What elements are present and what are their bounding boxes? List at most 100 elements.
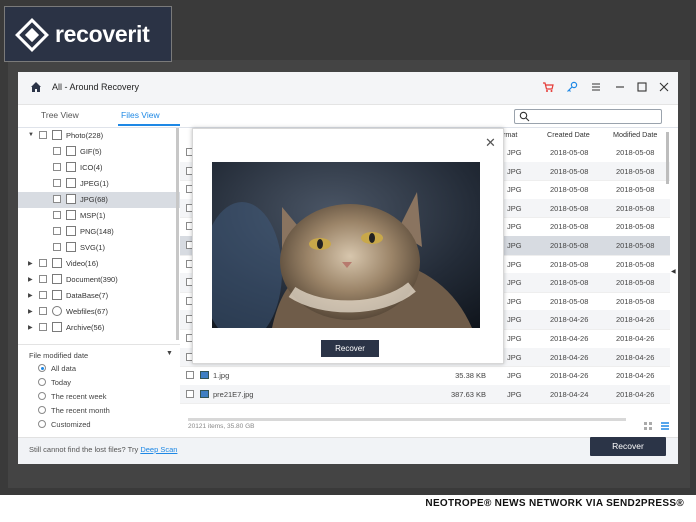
tree-item-msp[interactable]: MSP(1)	[18, 208, 180, 224]
tree-item-label: JPG(68)	[80, 195, 108, 204]
file-type-icon	[66, 146, 76, 156]
tree-item-webfiles[interactable]: ▶ Webfiles(67)	[18, 304, 180, 320]
modified-date: 2018-05-08	[616, 241, 655, 250]
checkbox[interactable]	[39, 275, 47, 283]
file-size: 387.63 KB	[450, 389, 486, 399]
collapse-arrow-icon[interactable]: ▶	[28, 308, 33, 315]
tree-item-document[interactable]: ▶ Document(390)	[18, 272, 180, 288]
radio-label: Today	[51, 378, 72, 387]
modified-date: 2018-04-26	[616, 334, 655, 343]
title-bar: All - Around Recovery	[18, 72, 678, 105]
collapse-arrow-icon[interactable]: ▶	[28, 292, 33, 299]
radio-today[interactable]	[38, 378, 46, 386]
expand-arrow-icon[interactable]: ▼	[28, 132, 34, 138]
collapse-arrow-icon[interactable]: ▶	[28, 276, 33, 283]
tree-item-label: DataBase(7)	[66, 291, 109, 300]
tree-item-video[interactable]: ▶ Video(16)	[18, 256, 180, 272]
category-tree: ▼ Photo(228) GIF(5) ICO(4) JPEG(1) JPG(6…	[18, 128, 180, 344]
tree-item-label: GIF(5)	[80, 147, 102, 156]
tree-item-database[interactable]: ▶ DataBase(7)	[18, 288, 180, 304]
logo-text: recoverit	[55, 21, 150, 47]
table-row[interactable]: 1.jpg 35.38 KB JPG 2018-04-26 2018-04-26	[180, 366, 670, 386]
tab-files-view[interactable]: Files View	[121, 110, 160, 120]
tree-item-jpg[interactable]: JPG(68)	[18, 192, 180, 208]
checkbox[interactable]	[39, 291, 47, 299]
menu-icon[interactable]	[590, 81, 602, 93]
key-icon[interactable]	[566, 81, 578, 93]
created-date: 2018-05-08	[550, 185, 589, 195]
filter-heading: File modified date	[29, 351, 89, 360]
tree-item-svg[interactable]: SVG(1)	[18, 240, 180, 256]
checkbox[interactable]	[39, 307, 47, 315]
recover-button[interactable]: Recover	[590, 437, 666, 456]
maximize-icon[interactable]	[636, 81, 648, 93]
tree-item-label: ICO(4)	[80, 163, 103, 172]
column-header-modified[interactable]: Modified Date	[613, 128, 657, 142]
home-icon[interactable]	[30, 81, 42, 93]
close-icon[interactable]	[658, 81, 670, 93]
checkbox[interactable]	[186, 371, 194, 380]
grid-view-icon[interactable]	[644, 422, 652, 430]
table-row[interactable]: pre21E7.jpg 387.63 KB JPG 2018-04-24 2018-04…	[180, 384, 670, 405]
file-type-icon	[66, 210, 76, 220]
modified-date: 2018-04-26	[616, 371, 655, 381]
checkbox[interactable]	[53, 243, 61, 251]
checkbox[interactable]	[186, 389, 194, 398]
radio-recent-week[interactable]	[38, 392, 46, 400]
minimize-icon[interactable]	[614, 81, 626, 93]
prompt-text: Still cannot find the lost files? Try	[29, 445, 139, 454]
modified-date: 2018-05-08	[616, 222, 655, 232]
cart-icon[interactable]	[542, 81, 554, 93]
close-icon[interactable]: ✕	[485, 135, 496, 151]
tree-item-label: JPEG(1)	[80, 179, 109, 188]
list-view-icon[interactable]	[661, 422, 669, 430]
collapse-arrow-icon[interactable]: ▶	[28, 260, 33, 267]
search-icon	[519, 111, 530, 122]
horizontal-scrollbar[interactable]	[188, 418, 626, 421]
tree-scrollbar[interactable]	[176, 128, 179, 340]
checkbox[interactable]	[39, 259, 47, 267]
file-format: JPG	[507, 222, 522, 232]
globe-icon	[52, 306, 62, 316]
tree-item-jpeg[interactable]: JPEG(1)	[18, 176, 180, 192]
tree-item-archive[interactable]: ▶ Archive(56)	[18, 320, 180, 336]
checkbox[interactable]	[53, 195, 61, 203]
table-scrollbar[interactable]	[666, 132, 669, 184]
bottom-bar: Still cannot find the lost files? Try De…	[18, 437, 678, 464]
created-date: 2018-05-08	[550, 296, 589, 306]
collapse-panel-icon[interactable]: ◀	[671, 268, 676, 275]
modified-date: 2018-04-26	[616, 315, 655, 325]
checkbox[interactable]	[53, 211, 61, 219]
chevron-down-icon[interactable]: ▼	[166, 350, 173, 357]
tree-item-photo[interactable]: ▼ Photo(228)	[18, 128, 180, 144]
deep-scan-link[interactable]: Deep Scan	[140, 445, 177, 454]
file-format: JPG	[507, 389, 522, 399]
file-format: JPG	[507, 334, 522, 343]
created-date: 2018-04-26	[550, 315, 589, 325]
search-input[interactable]	[514, 109, 662, 124]
checkbox[interactable]	[53, 163, 61, 171]
tree-item-gif[interactable]: GIF(5)	[18, 144, 180, 160]
modified-date: 2018-05-08	[616, 185, 655, 195]
tree-item-ico[interactable]: ICO(4)	[18, 160, 180, 176]
radio-recent-month[interactable]	[38, 406, 46, 414]
collapse-arrow-icon[interactable]: ▶	[28, 324, 33, 331]
checkbox[interactable]	[39, 323, 47, 331]
radio-all-data[interactable]	[38, 364, 46, 372]
brand-logo: recoverit	[4, 6, 172, 62]
created-date: 2018-05-08	[550, 259, 589, 269]
radio-customized[interactable]	[38, 420, 46, 428]
tree-item-png[interactable]: PNG(148)	[18, 224, 180, 240]
tab-tree-view[interactable]: Tree View	[41, 110, 79, 120]
checkbox[interactable]	[53, 227, 61, 235]
image-file-icon	[200, 389, 209, 398]
tree-item-label: Webfiles(67)	[66, 307, 108, 316]
checkbox[interactable]	[53, 179, 61, 187]
modified-date: 2018-05-08	[616, 278, 655, 288]
modal-recover-button[interactable]: Recover	[321, 340, 379, 357]
checkbox[interactable]	[53, 147, 61, 155]
checkbox[interactable]	[39, 131, 47, 139]
tree-item-label: Photo(228)	[66, 131, 104, 140]
file-name: 1.jpg	[213, 371, 230, 381]
column-header-created[interactable]: Created Date	[547, 128, 590, 142]
